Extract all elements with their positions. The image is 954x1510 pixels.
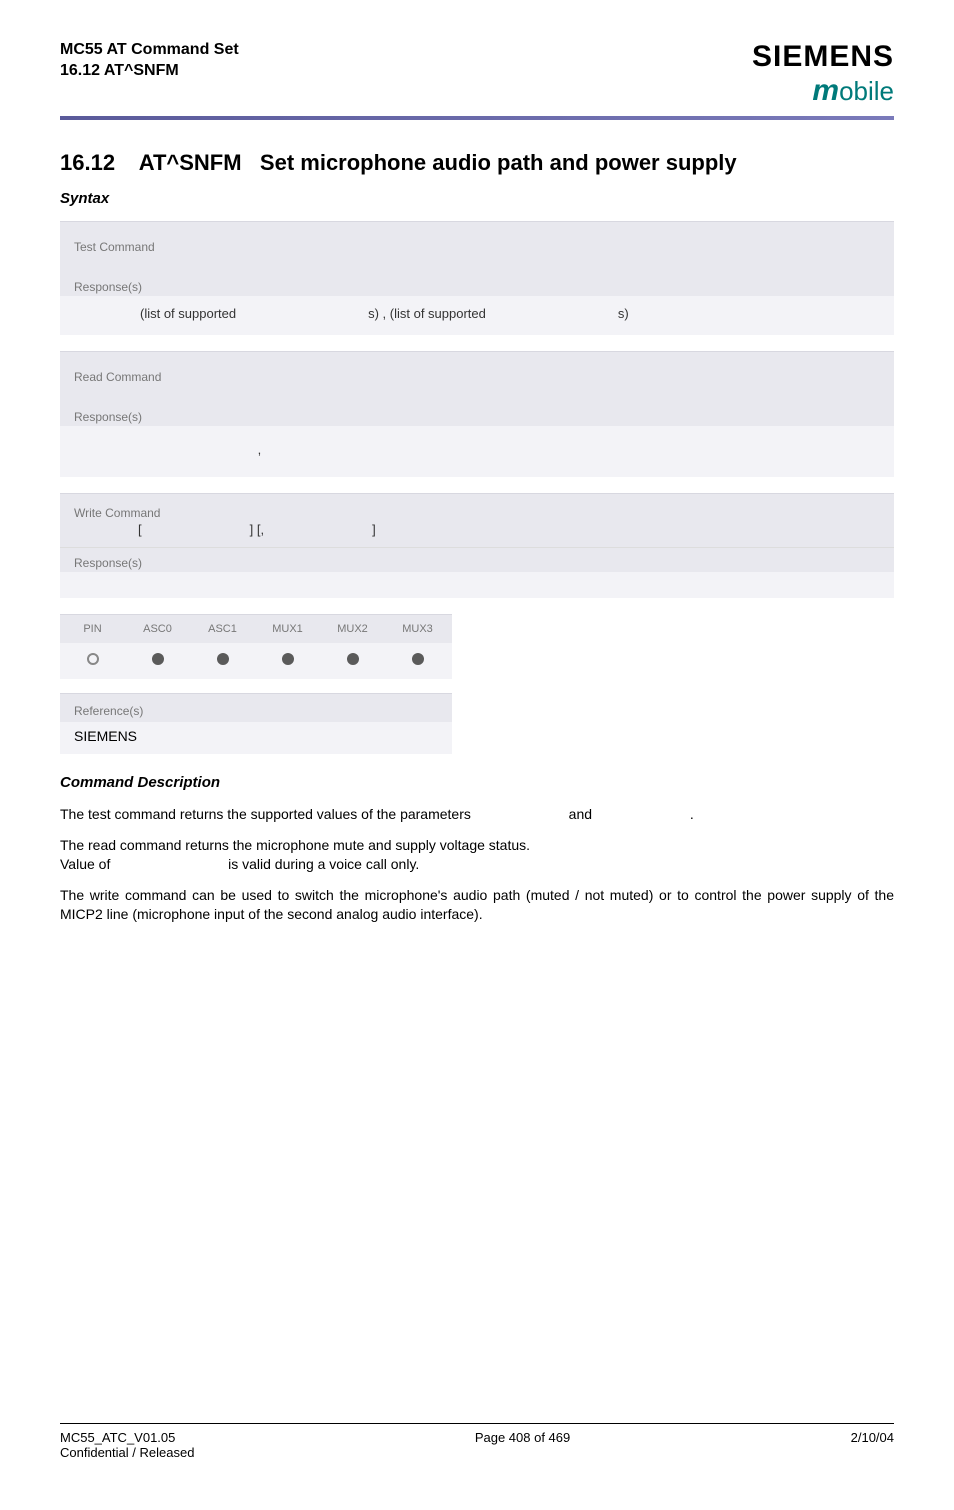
test-response-body: (list of supported s) , (list of support… (60, 296, 894, 335)
header-left: MC55 AT Command Set 16.12 AT^SNFM (60, 40, 239, 82)
read-command-box: Read Command Response(s) , (60, 351, 894, 477)
pin-table-header: PIN ASC0 ASC1 MUX1 MUX2 MUX3 (60, 615, 452, 643)
desc-p1c: . (690, 806, 694, 822)
dot-filled-icon (217, 653, 229, 665)
desc-p2b-label: Value of (60, 856, 110, 872)
doc-subtitle: 16.12 AT^SNFM (60, 61, 239, 82)
write-response-label: Response(s) (60, 547, 894, 572)
desc-p2a: The read command returns the microphone … (60, 836, 894, 855)
write-command-params: [ ] [, ] (60, 522, 894, 547)
write-close: ] (372, 522, 376, 537)
test-command-box: Test Command Response(s) (list of suppor… (60, 221, 894, 335)
write-mid: ] [, (250, 522, 264, 537)
footer-divider (60, 1423, 894, 1424)
dot-filled-icon (152, 653, 164, 665)
write-open: [ (138, 522, 142, 537)
footer-right: 2/10/04 (851, 1430, 894, 1460)
read-resp-comma: , (258, 442, 262, 457)
pin-table: PIN ASC0 ASC1 MUX1 MUX2 MUX3 (60, 614, 452, 679)
section-cmd: AT^SNFM (139, 150, 242, 175)
dot-filled-icon (347, 653, 359, 665)
dot-open-icon (87, 653, 99, 665)
header-divider (60, 116, 894, 120)
write-response-body (60, 572, 894, 598)
pin-h3: MUX1 (255, 623, 320, 635)
section-rest: Set microphone audio path and power supp… (260, 150, 737, 175)
footer-left-line1: MC55_ATC_V01.05 (60, 1430, 194, 1445)
desc-p3: The write command can be used to switch … (60, 886, 894, 924)
footer-left: MC55_ATC_V01.05 Confidential / Released (60, 1430, 194, 1460)
section-title: 16.12 AT^SNFM Set microphone audio path … (60, 150, 894, 176)
footer-center: Page 408 of 469 (475, 1430, 570, 1460)
references-value: SIEMENS (60, 722, 452, 754)
desc-p2: The read command returns the microphone … (60, 836, 894, 874)
write-command-box: Write Command [ ] [, ] Response(s) (60, 493, 894, 598)
read-response-body: , (60, 426, 894, 477)
write-command-label: Write Command (60, 494, 894, 522)
header-right: SIEMENS mobile (752, 40, 894, 108)
pin-h0: PIN (60, 623, 125, 635)
dot-filled-icon (282, 653, 294, 665)
command-description-heading: Command Description (60, 774, 894, 791)
page-footer: MC55_ATC_V01.05 Confidential / Released … (60, 1423, 894, 1460)
pin-h1: ASC0 (125, 623, 190, 635)
read-response-label: Response(s) (60, 402, 894, 426)
page-header: MC55 AT Command Set 16.12 AT^SNFM SIEMEN… (60, 40, 894, 108)
pin-table-row (60, 643, 452, 679)
test-command-label: Test Command (60, 222, 894, 272)
desc-p2b-rest: is valid during a voice call only. (228, 856, 419, 872)
brand-logo: SIEMENS (752, 40, 894, 74)
pin-h2: ASC1 (190, 623, 255, 635)
test-response-label: Response(s) (60, 272, 894, 296)
pin-h5: MUX3 (385, 623, 450, 635)
syntax-heading: Syntax (60, 190, 894, 207)
test-resp-seg2: s) , (list of supported (368, 306, 486, 321)
test-resp-seg1: (list of supported (140, 306, 236, 321)
pin-h4: MUX2 (320, 623, 385, 635)
desc-p1a: The test command returns the supported v… (60, 806, 471, 822)
desc-p1: The test command returns the supported v… (60, 805, 894, 824)
dot-filled-icon (412, 653, 424, 665)
read-command-label: Read Command (60, 352, 894, 402)
desc-p1b: and (569, 806, 592, 822)
test-resp-seg3: s) (618, 306, 629, 321)
doc-title: MC55 AT Command Set (60, 40, 239, 61)
brand-m: m (812, 74, 839, 107)
references-box: Reference(s) SIEMENS (60, 693, 452, 754)
section-number: 16.12 (60, 150, 115, 175)
brand-subtitle: mobile (752, 74, 894, 108)
brand-rest: obile (839, 76, 894, 106)
footer-left-line2: Confidential / Released (60, 1445, 194, 1460)
references-label: Reference(s) (60, 694, 452, 722)
